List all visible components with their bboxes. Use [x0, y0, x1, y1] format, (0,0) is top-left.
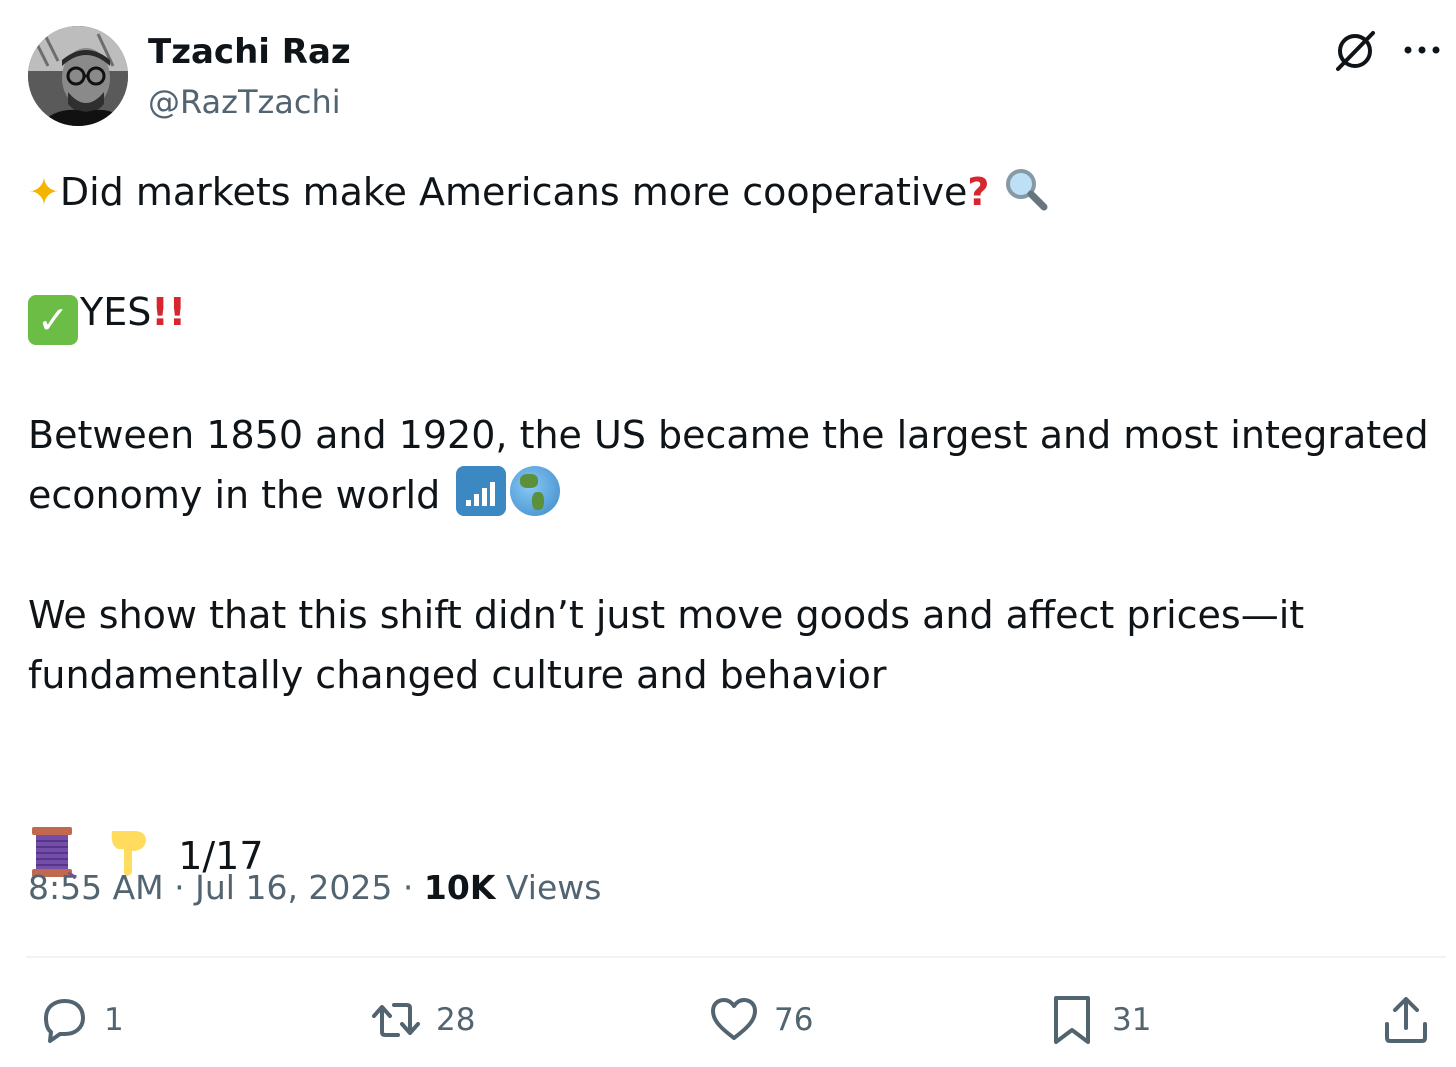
- reply-icon: [44, 999, 85, 1043]
- sparkles-icon: ✦: [28, 170, 60, 214]
- views-label: Views: [505, 868, 602, 907]
- author-handle[interactable]: @RazTzachi: [148, 80, 341, 124]
- tweet-history-text: Between 1850 and 1920, the US became the…: [28, 413, 1429, 517]
- globe-icon: [510, 466, 561, 516]
- repost-count: 28: [436, 1002, 476, 1038]
- tweet-line-history: Between 1850 and 1920, the US became the…: [28, 405, 1438, 525]
- double-exclamation-icon: !!: [151, 290, 187, 334]
- tweet-time[interactable]: 8:55 AM: [28, 868, 164, 907]
- like-count: 76: [774, 1002, 814, 1038]
- tweet-answer-text: YES: [80, 290, 152, 334]
- share-button[interactable]: [1380, 994, 1432, 1046]
- reply-count: 1: [104, 1002, 124, 1038]
- tweet-date[interactable]: Jul 16, 2025: [195, 868, 392, 907]
- tweet-claim-text: We show that this shift didn’t just move…: [28, 593, 1305, 697]
- tweet-meta: 8:55 AM · Jul 16, 2025 · 10K Views: [28, 862, 601, 914]
- avatar[interactable]: [28, 26, 128, 126]
- meta-separator: ·: [402, 868, 414, 907]
- meta-separator: ·: [174, 868, 185, 907]
- bookmark-count: 31: [1112, 1002, 1152, 1038]
- tweet-text: ✦Did markets make Americans more coopera…: [28, 162, 1438, 886]
- tweet-line-answer: ✓ YES !!: [28, 282, 1438, 345]
- avatar-image: [28, 26, 128, 126]
- repost-button[interactable]: 28: [370, 994, 475, 1046]
- divider: [26, 956, 1446, 958]
- tweet-line-question: ✦Did markets make Americans more coopera…: [28, 162, 1438, 222]
- magnifier-icon: [1005, 169, 1047, 211]
- heart-icon: [711, 998, 757, 1040]
- like-button[interactable]: 76: [708, 994, 813, 1046]
- repost-icon: [372, 1003, 420, 1037]
- tweet-question-text: Did markets make Americans more cooperat…: [59, 170, 968, 214]
- reply-button[interactable]: 1: [38, 994, 124, 1046]
- bookmark-button[interactable]: 31: [1046, 994, 1151, 1046]
- tweet-line-claim: We show that this shift didn’t just move…: [28, 585, 1438, 705]
- more-icon[interactable]: [1400, 28, 1444, 72]
- question-mark-icon: ?: [967, 170, 990, 214]
- check-mark-icon: ✓: [28, 295, 78, 345]
- bar-chart-icon: [456, 466, 507, 516]
- grok-icon[interactable]: [1332, 28, 1378, 74]
- bookmark-icon: [1054, 996, 1090, 1044]
- author-name[interactable]: Tzachi Raz: [148, 30, 351, 74]
- share-icon: [1385, 997, 1427, 1043]
- views-count: 10K: [423, 868, 496, 907]
